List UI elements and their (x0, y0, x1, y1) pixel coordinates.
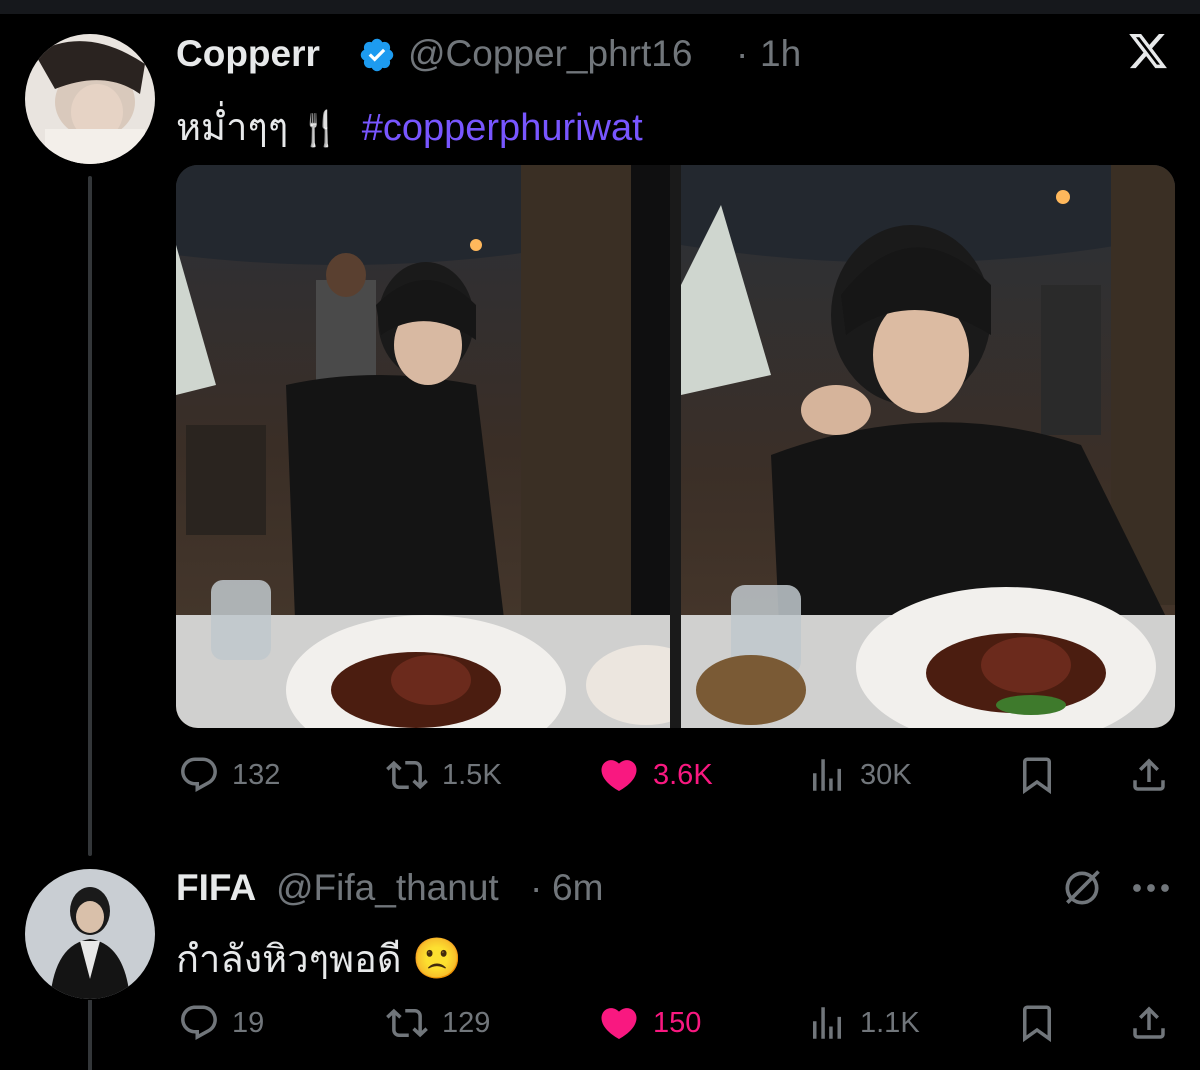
reply-views-button[interactable]: 1.1K (806, 1002, 920, 1044)
meta-separator: · (736, 33, 749, 74)
reply-meta-separator: · (530, 867, 543, 908)
x-logo-icon[interactable] (1126, 30, 1170, 72)
tweet-time[interactable]: 1h (760, 33, 801, 75)
reply-button[interactable]: 132 (178, 754, 280, 796)
reply-bookmark-button[interactable] (1016, 1002, 1058, 1044)
reply-icon (181, 1005, 217, 1040)
top-bar (0, 0, 1200, 14)
reply-time[interactable]: 6m (552, 867, 603, 909)
reply-reply-count: 19 (232, 1006, 265, 1039)
tweet-text-thai: หม่ำๆๆ (176, 107, 289, 149)
bookmark-button[interactable] (1016, 754, 1058, 796)
reply-like-button[interactable]: 150 (597, 1002, 701, 1044)
author-name[interactable]: Copperr (176, 33, 320, 75)
bookmark-icon (1023, 1005, 1051, 1043)
retweet-button[interactable]: 1.5K (384, 754, 502, 796)
reply-views-count: 1.1K (860, 1006, 920, 1039)
verified-icon (360, 38, 394, 72)
reply-count: 132 (232, 758, 281, 791)
fork-knife-emoji: 🍴 (298, 110, 342, 148)
reply-text-thai: กำลังหิวๆพอดี (176, 939, 402, 981)
thread-connector-lower (88, 1000, 92, 1070)
share-icon (1133, 1006, 1165, 1039)
thread-connector (88, 176, 92, 856)
share-icon (1133, 758, 1165, 791)
reply-share-button[interactable] (1128, 1002, 1170, 1044)
bookmark-icon (1023, 757, 1051, 795)
tweet-text: หม่ำๆๆ 🍴 #copperphuriwat (176, 96, 643, 157)
heart-icon (601, 760, 637, 792)
views-button[interactable]: 30K (806, 754, 912, 796)
heart-icon (601, 1008, 637, 1040)
views-icon (813, 759, 841, 791)
like-count: 3.6K (653, 758, 713, 791)
reply-like-count: 150 (653, 1006, 702, 1039)
retweet-count: 1.5K (442, 758, 502, 791)
more-icon[interactable] (1130, 874, 1172, 902)
media-grid (176, 165, 1175, 728)
retweet-icon (386, 760, 428, 790)
photo-2[interactable] (681, 165, 1175, 728)
reply-text: กำลังหิวๆพอดี 🙁 (176, 928, 462, 989)
views-icon (813, 1007, 841, 1039)
grok-icon[interactable] (1060, 866, 1104, 910)
reply-retweet-count: 129 (442, 1006, 491, 1039)
photo-1[interactable] (176, 165, 706, 728)
reply-icon (181, 757, 217, 792)
author-handle[interactable]: @Copper_phrt16 (408, 33, 692, 75)
reply-retweet-button[interactable]: 129 (384, 1002, 490, 1044)
copperr-avatar[interactable] (25, 34, 155, 164)
reply-author-handle[interactable]: @Fifa_thanut (276, 867, 499, 909)
reply-author-name[interactable]: FIFA (176, 867, 256, 909)
frown-emoji: 🙁 (412, 937, 462, 981)
like-button[interactable]: 3.6K (597, 754, 713, 796)
views-count: 30K (860, 758, 912, 791)
share-button[interactable] (1128, 754, 1170, 796)
fifa-avatar[interactable] (25, 869, 155, 999)
reply-reply-button[interactable]: 19 (178, 1002, 264, 1044)
retweet-icon (386, 1008, 428, 1038)
hashtag-link[interactable]: #copperphuriwat (362, 107, 643, 149)
